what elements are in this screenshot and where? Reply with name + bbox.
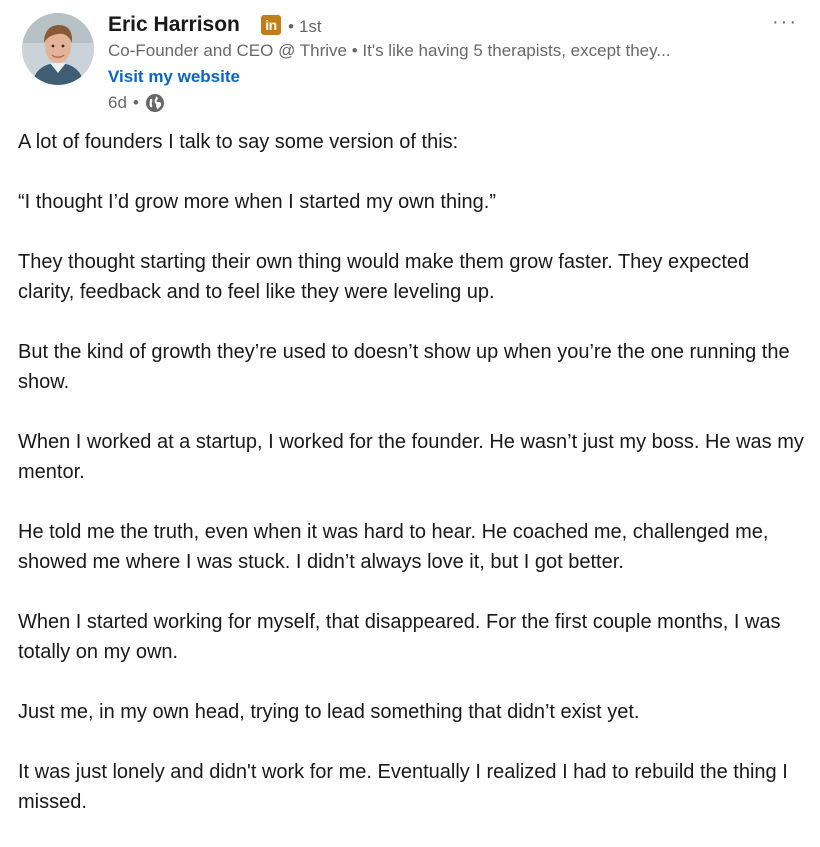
- post-meta: 6d •: [108, 92, 165, 114]
- post-timestamp[interactable]: 6d: [108, 92, 127, 114]
- degree-separator: •: [288, 17, 294, 36]
- more-options-button[interactable]: ···: [766, 8, 804, 36]
- author-avatar[interactable]: [22, 13, 94, 85]
- avatar-image: [22, 13, 94, 85]
- author-headline: Co-Founder and CEO @ Thrive • It's like …: [108, 41, 671, 60]
- author-name[interactable]: Eric Harrison: [108, 12, 240, 38]
- post-body: A lot of founders I talk to say some ver…: [18, 127, 808, 847]
- post-paragraph: But the kind of growth they’re used to d…: [18, 341, 790, 393]
- meta-separator: •: [132, 93, 139, 112]
- globe-icon: [145, 93, 165, 113]
- linkedin-premium-badge-icon: in: [261, 15, 281, 35]
- connection-degree: • 1st: [288, 16, 322, 38]
- post-paragraph: “I thought I’d grow more when I started …: [18, 191, 496, 213]
- post-paragraph: It was just lonely and didn't work for m…: [18, 761, 788, 813]
- post-paragraph: When I started working for myself, that …: [18, 611, 781, 663]
- degree-label: 1st: [298, 17, 322, 36]
- post-paragraph: A lot of founders I talk to say some ver…: [18, 131, 459, 153]
- visit-website-link[interactable]: Visit my website: [108, 66, 240, 88]
- post-paragraph: Just me, in my own head, trying to lead …: [18, 701, 640, 723]
- feed-post: Eric Harrison in • 1st Co-Founder and CEO…: [0, 0, 820, 828]
- post-paragraph: When I worked at a startup, I worked for…: [18, 431, 804, 483]
- post-paragraph: They thought starting their own thing wo…: [18, 251, 750, 303]
- post-paragraph: He told me the truth, even when it was h…: [18, 521, 769, 573]
